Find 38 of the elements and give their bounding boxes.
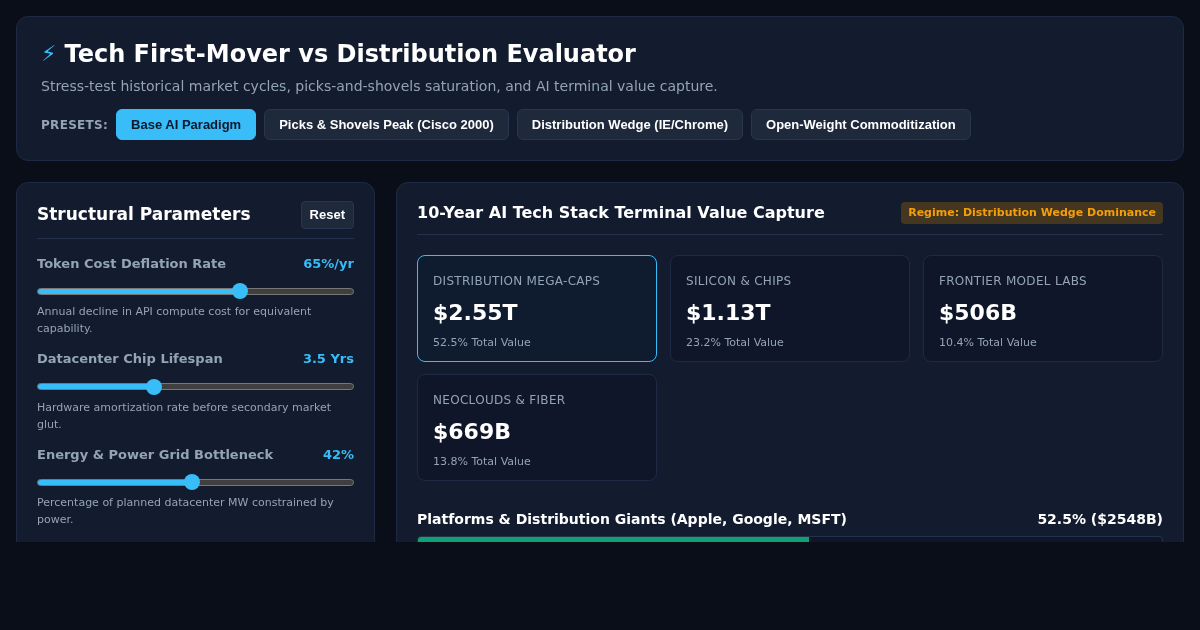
- card-share: 52.5% Total Value: [433, 335, 532, 351]
- lightning-icon: ⚡: [41, 43, 57, 65]
- slider-label: Energy & Power Grid Bottleneck: [37, 445, 274, 464]
- preset-button[interactable]: Picks & Shovels Peak (Cisco 2000): [264, 109, 509, 140]
- reset-button[interactable]: Reset: [300, 201, 354, 229]
- preset-button[interactable]: Distribution Wedge (IE/Chrome): [516, 109, 743, 140]
- page-subtitle: Stress-test historical market cycles, picks-and-shovels saturation, and AI terminal value capture.: [41, 77, 719, 96]
- slider-value: 3.5 Yrs: [302, 350, 354, 369]
- preset-button[interactable]: Open-Weight Commoditization: [751, 109, 971, 140]
- card-value: $1.13T: [686, 299, 772, 327]
- preset-button[interactable]: Base AI Paradigm: [116, 109, 257, 140]
- card-value: $2.55T: [433, 299, 519, 327]
- presets-label: PRESETS:: [41, 116, 109, 134]
- page-title: Tech First-Mover vs Distribution Evaluator: [64, 39, 636, 70]
- card-value: $669B: [433, 418, 512, 446]
- slider[interactable]: [37, 474, 354, 491]
- card-share: 13.8% Total Value: [433, 454, 532, 470]
- slider-description: Percentage of planned datacenter MW constrained by power.: [37, 495, 335, 529]
- segment-label: Platforms & Distribution Giants (Apple, Google, MSFT): [417, 510, 847, 529]
- slider-description: Hardware amortization rate before secondary market glut.: [37, 399, 333, 433]
- card-value: $506B: [939, 299, 1018, 327]
- slider[interactable]: [37, 283, 354, 299]
- card-label: DISTRIBUTION MEGA-CAPS: [433, 273, 602, 290]
- card-share: 23.2% Total Value: [686, 335, 785, 351]
- card-label: FRONTIER MODEL LABS: [939, 273, 1088, 290]
- card-label: NEOCLOUDS & FIBER: [433, 392, 567, 409]
- regime-badge: Regime: Distribution Wedge Dominance: [901, 201, 1163, 225]
- card-label: SILICON & CHIPS: [686, 273, 793, 290]
- slider-value: 65%/yr: [303, 254, 354, 273]
- slider-label: Datacenter Chip Lifespan: [37, 350, 223, 369]
- segment-value: 52.5% ($2548B): [1037, 510, 1163, 529]
- slider[interactable]: [37, 378, 354, 395]
- panel-title: Structural Parameters: [37, 203, 251, 226]
- panel-title: 10-Year AI Tech Stack Terminal Value Capture: [417, 202, 825, 224]
- card-share: 10.4% Total Value: [939, 335, 1038, 351]
- slider-label: Token Cost Deflation Rate: [37, 254, 227, 273]
- slider-value: 42%: [322, 445, 354, 464]
- slider-description: Annual decline in API compute cost for equivalent capability.: [37, 304, 313, 338]
